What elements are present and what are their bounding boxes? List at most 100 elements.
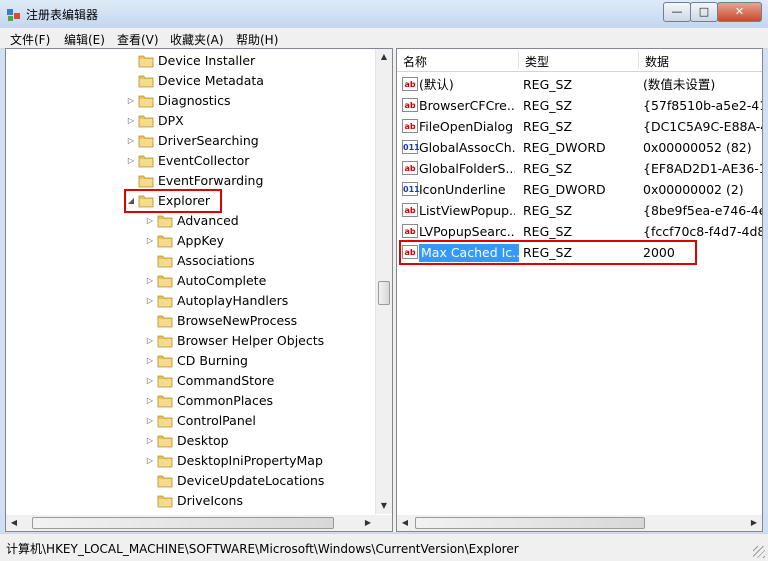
tree-item-label: AutoComplete [177,273,267,288]
value-data: {DC1C5A9C-E88A-4d [643,119,763,134]
list-header: 名称 类型 数据 [397,49,762,72]
menu-file[interactable]: 文件(F) [10,31,50,48]
column-header-type[interactable]: 类型 [525,53,549,70]
tree-horizontal-scrollbar[interactable]: ◀ ▶ [6,515,376,531]
folder-icon [138,75,154,88]
expand-arrow-icon[interactable]: ▷ [145,211,155,231]
scroll-corner [376,515,392,531]
string-value-icon: ab [402,203,418,217]
tree-item[interactable]: ▷ DriverSearching [6,131,376,151]
tree-item[interactable]: ▷ AppKey [6,231,376,251]
value-row[interactable]: ab ListViewPopup... REG_SZ {8be9f5ea-e746-4… [397,200,762,221]
tree-item-label: CommandStore [177,373,275,388]
tree-item[interactable]: ▷ Advanced [6,211,376,231]
tree-item-label: DriveIcons [177,493,243,508]
tree-item-label: Desktop [177,433,229,448]
tree-item[interactable]: ▷ Browser Helper Objects [6,331,376,351]
tree-item[interactable]: ▷ AutoComplete [6,271,376,291]
maximize-button[interactable]: □ [690,2,718,22]
expand-arrow-icon[interactable]: ▷ [145,391,155,411]
tree-item[interactable]: Device Metadata [6,71,376,91]
expand-arrow-icon[interactable]: ▷ [145,291,155,311]
value-row[interactable]: ab LVPopupSearc... REG_SZ {fccf70c8-f4d7-4d… [397,221,762,242]
value-row[interactable]: 011 GlobalAssocCh... REG_DWORD 0x00000052 (… [397,137,762,158]
tree-item[interactable]: Device Installer [6,51,376,71]
folder-icon [157,255,173,268]
highlight-box [399,240,697,265]
tree-item[interactable]: ▷ Desktop [6,431,376,451]
value-data: {57f8510b-a5e2-41d [643,98,763,113]
horizontal-scroll-thumb[interactable] [32,517,334,529]
tree-item[interactable]: ▷ EventCollector [6,151,376,171]
tree-item[interactable]: ▷ Diagnostics [6,91,376,111]
column-divider[interactable] [518,51,519,69]
menu-view[interactable]: 查看(V) [117,31,159,48]
expand-arrow-icon[interactable]: ▷ [145,371,155,391]
value-row[interactable]: 011 IconUnderline REG_DWORD 0x00000002 (2) [397,179,762,200]
client-area: Device Installer Device Metadata ▷ Diagnost… [5,48,763,532]
horizontal-scroll-thumb[interactable] [415,517,645,529]
folder-icon [138,175,154,188]
value-row[interactable]: abGlobalFolderS... REG_SZ {EF8AD2D1-AE36-1… [397,158,762,179]
key-tree[interactable]: Device Installer Device Metadata ▷ Diagnost… [6,49,376,514]
column-header-name[interactable]: 名称 [403,53,427,70]
value-data: {EF8AD2D1-AE36-11D [643,161,762,176]
tree-item[interactable]: BrowseNewProcess [6,311,376,331]
expand-arrow-icon[interactable]: ▷ [145,271,155,291]
vertical-scroll-thumb[interactable] [378,281,390,305]
tree-item[interactable]: DriveIcons [6,491,376,511]
menu-favorites[interactable]: 收藏夹(A) [170,31,224,48]
tree-item-label: Advanced [177,213,239,228]
resize-grip-icon[interactable] [753,546,765,558]
value-row[interactable]: ab (默认) REG_SZ (数值未设置) [397,74,762,95]
scroll-down-arrow-icon[interactable]: ▼ [376,498,392,514]
menu-edit[interactable]: 编辑(E) [64,31,105,48]
value-row[interactable]: ab BrowserCFCre... REG_SZ {57f8510b-a5e2-41… [397,95,762,116]
minimize-button[interactable]: — [663,2,691,22]
expand-arrow-icon[interactable]: ▷ [145,431,155,451]
scroll-right-arrow-icon[interactable]: ▶ [746,515,762,531]
tree-item[interactable]: ▷ AutoplayHandlers [6,291,376,311]
expand-arrow-icon[interactable]: ▷ [126,111,136,131]
scroll-up-arrow-icon[interactable]: ▲ [376,49,392,65]
scroll-right-arrow-icon[interactable]: ▶ [360,515,376,531]
expand-arrow-icon[interactable]: ▷ [145,411,155,431]
tree-item-label: ControlPanel [177,413,256,428]
expand-arrow-icon[interactable]: ▷ [145,351,155,371]
scroll-left-arrow-icon[interactable]: ◀ [397,515,413,531]
tree-item[interactable]: ▷ CD Burning [6,351,376,371]
value-name: GlobalAssocCh... [419,140,515,155]
tree-item[interactable]: Associations [6,251,376,271]
folder-icon [157,355,173,368]
tree-item[interactable]: ▷ CommonPlaces [6,391,376,411]
folder-icon [138,115,154,128]
status-bar: 计算机\HKEY_LOCAL_MACHINE\SOFTWARE\Microsof… [0,533,768,561]
folder-icon [157,295,173,308]
expand-arrow-icon[interactable]: ▷ [126,151,136,171]
expand-arrow-icon[interactable]: ▷ [126,91,136,111]
expand-arrow-icon[interactable]: ▷ [145,331,155,351]
value-row[interactable]: ab FileOpenDialog REG_SZ {DC1C5A9C-E88A-4d [397,116,762,137]
tree-item[interactable]: ▷ CommandStore [6,371,376,391]
expand-arrow-icon[interactable]: ▷ [126,131,136,151]
scroll-left-arrow-icon[interactable]: ◀ [6,515,22,531]
tree-item[interactable]: ▷ DesktopIniPropertyMap [6,451,376,471]
list-horizontal-scrollbar[interactable]: ◀ ▶ [397,515,762,531]
tree-vertical-scrollbar[interactable]: ▲ ▼ [375,49,392,514]
column-header-data[interactable]: 数据 [645,53,669,70]
tree-item[interactable]: ▷ ControlPanel [6,411,376,431]
tree-item[interactable]: DeviceUpdateLocations [6,471,376,491]
close-button[interactable]: ✕ [717,2,762,22]
key-tree-pane: Device Installer Device Metadata ▷ Diagnost… [5,48,393,532]
menu-help[interactable]: 帮助(H) [236,31,278,48]
tree-item[interactable]: EventForwarding [6,171,376,191]
column-divider[interactable] [638,51,639,69]
value-name: LVPopupSearc... [419,224,515,239]
string-value-icon: ab [402,161,418,175]
expand-arrow-icon[interactable]: ▷ [145,451,155,471]
tree-item[interactable]: ▷ DPX [6,111,376,131]
tree-item-label: Browser Helper Objects [177,333,325,348]
value-type: REG_SZ [523,224,573,239]
expand-arrow-icon[interactable]: ▷ [145,231,155,251]
value-type: REG_DWORD [523,140,606,155]
